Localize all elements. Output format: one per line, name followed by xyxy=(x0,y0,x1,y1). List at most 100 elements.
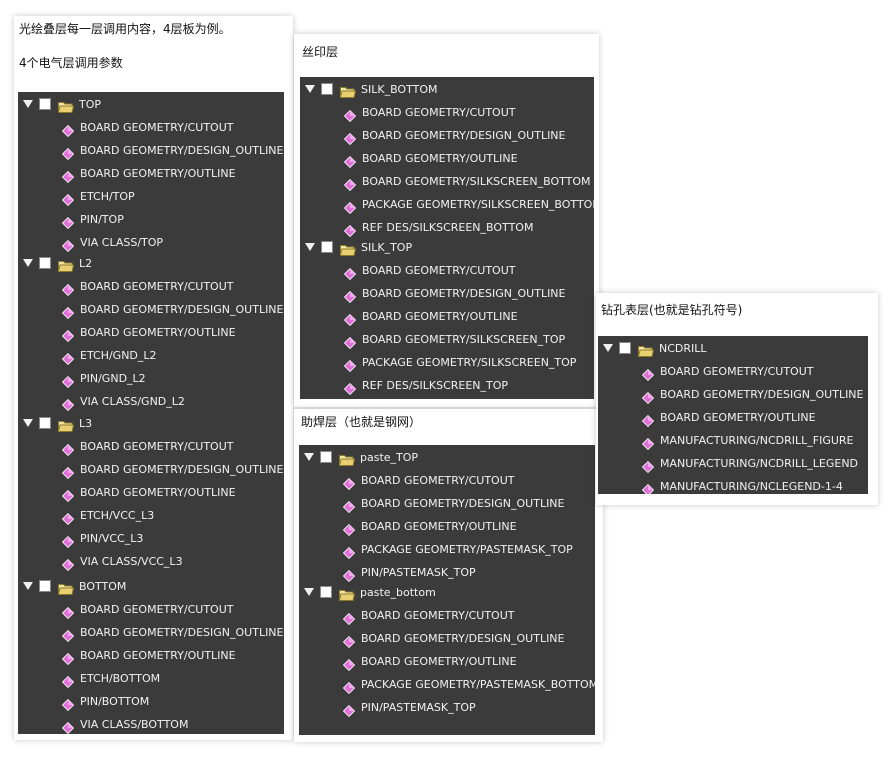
layer-item[interactable]: BOARD GEOMETRY/OUTLINE xyxy=(18,646,284,666)
layer-item[interactable]: PACKAGE GEOMETRY/SILKSCREEN_TOP xyxy=(300,353,594,373)
layer-item[interactable]: BOARD GEOMETRY/OUTLINE xyxy=(300,149,594,169)
subclass-gem-icon xyxy=(61,533,75,549)
expand-arrow-icon[interactable] xyxy=(305,85,315,93)
layer-item[interactable]: PIN/TOP xyxy=(18,210,284,230)
expand-arrow-icon[interactable] xyxy=(23,419,33,427)
layer-item[interactable]: BOARD GEOMETRY/OUTLINE xyxy=(299,517,595,537)
layer-item[interactable]: MANUFACTURING/NCLEGEND-1-4 xyxy=(598,477,868,494)
layer-item[interactable]: MANUFACTURING/NCDRILL_LEGEND xyxy=(598,454,868,474)
layer-item[interactable]: PIN/GND_L2 xyxy=(18,369,284,389)
group-checkbox[interactable] xyxy=(320,451,332,463)
layer-group[interactable]: NCDRILL xyxy=(598,339,868,359)
subclass-gem-icon xyxy=(342,544,356,560)
layer-item[interactable]: ETCH/GND_L2 xyxy=(18,346,284,366)
layer-item[interactable]: ETCH/VCC_L3 xyxy=(18,506,284,526)
layer-item[interactable]: VIA CLASS/TOP xyxy=(18,233,284,253)
layer-item[interactable]: BOARD GEOMETRY/OUTLINE xyxy=(18,323,284,343)
layer-item-label: PIN/PASTEMASK_TOP xyxy=(361,566,476,579)
layer-item[interactable]: BOARD GEOMETRY/CUTOUT xyxy=(299,471,595,491)
expand-arrow-icon[interactable] xyxy=(305,243,315,251)
group-checkbox[interactable] xyxy=(39,580,51,592)
layer-item[interactable]: BOARD GEOMETRY/CUTOUT xyxy=(18,600,284,620)
layer-group[interactable]: TOP xyxy=(18,95,284,115)
layer-item[interactable]: BOARD GEOMETRY/DESIGN_OUTLINE xyxy=(300,126,594,146)
group-checkbox[interactable] xyxy=(321,83,333,95)
layer-item[interactable]: BOARD GEOMETRY/DESIGN_OUTLINE xyxy=(18,141,284,161)
layer-item[interactable]: VIA CLASS/BOTTOM xyxy=(18,715,284,734)
layer-item[interactable]: BOARD GEOMETRY/DESIGN_OUTLINE xyxy=(300,284,594,304)
panel-drill-legend: 钻孔表层(也就是钻孔符号) NCDRILL BOARD GEOMETRY/CUTO… xyxy=(596,293,878,505)
group-checkbox[interactable] xyxy=(321,241,333,253)
layer-item[interactable]: BOARD GEOMETRY/CUTOUT xyxy=(18,118,284,138)
layer-item[interactable]: REF DES/SILKSCREEN_BOTTOM xyxy=(300,218,594,238)
layer-group-label: SILK_BOTTOM xyxy=(361,83,438,96)
layer-item[interactable]: BOARD GEOMETRY/DESIGN_OUTLINE xyxy=(299,494,595,514)
expand-arrow-icon[interactable] xyxy=(23,582,33,590)
subclass-gem-icon xyxy=(61,627,75,643)
layer-group[interactable]: paste_bottom xyxy=(299,583,595,603)
panel-electrical-layers: 光绘叠层每一层调用内容，4层板为例。 4个电气层调用参数 TOP BOARD GE… xyxy=(14,16,293,740)
group-checkbox[interactable] xyxy=(39,257,51,269)
layer-item[interactable]: BOARD GEOMETRY/CUTOUT xyxy=(18,277,284,297)
layer-item[interactable]: ETCH/TOP xyxy=(18,187,284,207)
layer-item[interactable]: PIN/VCC_L3 xyxy=(18,529,284,549)
layer-item[interactable]: ETCH/BOTTOM xyxy=(18,669,284,689)
layer-item-label: BOARD GEOMETRY/DESIGN_OUTLINE xyxy=(362,287,566,300)
layer-item[interactable]: BOARD GEOMETRY/DESIGN_OUTLINE xyxy=(18,300,284,320)
layer-item[interactable]: BOARD GEOMETRY/OUTLINE xyxy=(300,307,594,327)
layer-item[interactable]: BOARD GEOMETRY/DESIGN_OUTLINE xyxy=(598,385,868,405)
layer-item[interactable]: BOARD GEOMETRY/SILKSCREEN_TOP xyxy=(300,330,594,350)
layer-item[interactable]: REF DES/SILKSCREEN_TOP xyxy=(300,376,594,396)
expand-arrow-icon[interactable] xyxy=(23,259,33,267)
layer-item[interactable]: BOARD GEOMETRY/CUTOUT xyxy=(300,261,594,281)
layer-group[interactable]: L2 xyxy=(18,254,284,274)
layer-item[interactable]: PACKAGE GEOMETRY/PASTEMASK_BOTTOM xyxy=(299,675,595,695)
layer-item[interactable]: BOARD GEOMETRY/OUTLINE xyxy=(299,652,595,672)
layer-item[interactable]: BOARD GEOMETRY/OUTLINE xyxy=(18,483,284,503)
layer-item[interactable]: VIA CLASS/GND_L2 xyxy=(18,392,284,412)
layer-item[interactable]: PIN/PASTEMASK_TOP xyxy=(299,698,595,718)
layer-item[interactable]: BOARD GEOMETRY/DESIGN_OUTLINE xyxy=(18,460,284,480)
expand-arrow-icon[interactable] xyxy=(304,453,314,461)
layer-item[interactable]: PIN/BOTTOM xyxy=(18,692,284,712)
folder-open-icon xyxy=(637,342,655,357)
group-checkbox[interactable] xyxy=(39,417,51,429)
layer-item[interactable]: PACKAGE GEOMETRY/SILKSCREEN_BOTTOM xyxy=(300,195,594,215)
subclass-gem-icon xyxy=(61,168,75,184)
subclass-gem-icon xyxy=(343,265,357,281)
layer-item[interactable]: BOARD GEOMETRY/OUTLINE xyxy=(18,164,284,184)
layer-group[interactable]: BOTTOM xyxy=(18,577,284,597)
subclass-gem-icon xyxy=(641,412,655,428)
panel-title: 钻孔表层(也就是钻孔符号) xyxy=(601,303,743,317)
layer-item[interactable]: BOARD GEOMETRY/CUTOUT xyxy=(598,362,868,382)
group-checkbox[interactable] xyxy=(320,586,332,598)
layer-item-label: ETCH/TOP xyxy=(80,190,135,203)
layer-item-label: BOARD GEOMETRY/SILKSCREEN_BOTTOM xyxy=(362,175,591,188)
group-checkbox[interactable] xyxy=(619,342,631,354)
layer-item[interactable]: BOARD GEOMETRY/OUTLINE xyxy=(598,408,868,428)
layer-item[interactable]: MANUFACTURING/NCDRILL_FIGURE xyxy=(598,431,868,451)
layer-item[interactable]: BOARD GEOMETRY/CUTOUT xyxy=(299,606,595,626)
layer-item-label: BOARD GEOMETRY/OUTLINE xyxy=(361,655,517,668)
layer-item-label: BOARD GEOMETRY/CUTOUT xyxy=(80,603,234,616)
layer-item-label: BOARD GEOMETRY/OUTLINE xyxy=(80,649,236,662)
expand-arrow-icon[interactable] xyxy=(603,344,613,352)
layer-item[interactable]: BOARD GEOMETRY/SILKSCREEN_BOTTOM xyxy=(300,172,594,192)
group-checkbox[interactable] xyxy=(39,98,51,110)
layer-item[interactable]: BOARD GEOMETRY/CUTOUT xyxy=(18,437,284,457)
subclass-gem-icon xyxy=(61,191,75,207)
layer-group[interactable]: paste_TOP xyxy=(299,448,595,468)
layer-item[interactable]: BOARD GEOMETRY/CUTOUT xyxy=(300,103,594,123)
layer-item-label: VIA CLASS/VCC_L3 xyxy=(80,555,183,568)
expand-arrow-icon[interactable] xyxy=(304,588,314,596)
layer-group[interactable]: SILK_BOTTOM xyxy=(300,80,594,100)
layer-item[interactable]: VIA CLASS/VCC_L3 xyxy=(18,552,284,572)
layer-group[interactable]: L3 xyxy=(18,414,284,434)
layer-item[interactable]: PIN/PASTEMASK_TOP xyxy=(299,563,595,583)
layer-item[interactable]: BOARD GEOMETRY/DESIGN_OUTLINE xyxy=(18,623,284,643)
layer-item[interactable]: BOARD GEOMETRY/DESIGN_OUTLINE xyxy=(299,629,595,649)
folder-open-icon xyxy=(57,417,75,432)
layer-item[interactable]: PACKAGE GEOMETRY/PASTEMASK_TOP xyxy=(299,540,595,560)
expand-arrow-icon[interactable] xyxy=(23,100,33,108)
layer-group[interactable]: SILK_TOP xyxy=(300,238,594,258)
